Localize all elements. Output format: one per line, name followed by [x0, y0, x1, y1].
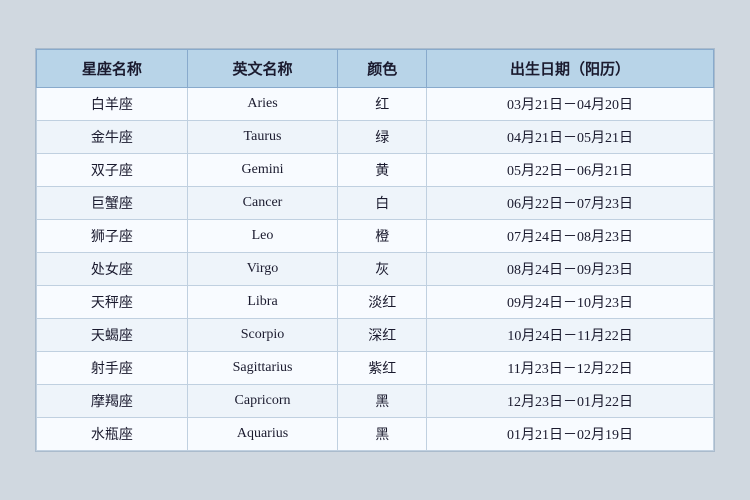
table-cell: 白羊座 — [37, 88, 188, 121]
table-cell: 深红 — [338, 319, 427, 352]
table-cell: 双子座 — [37, 154, 188, 187]
table-row: 天秤座Libra淡红09月24日－10月23日 — [37, 286, 714, 319]
table-cell: 08月24日－09月23日 — [427, 253, 714, 286]
table-cell: 黄 — [338, 154, 427, 187]
table-cell: 淡红 — [338, 286, 427, 319]
table-cell: 12月23日－01月22日 — [427, 385, 714, 418]
table-header-row: 星座名称 英文名称 颜色 出生日期（阳历） — [37, 50, 714, 88]
table-cell: 金牛座 — [37, 121, 188, 154]
table-cell: 灰 — [338, 253, 427, 286]
table-cell: 10月24日－11月22日 — [427, 319, 714, 352]
table-cell: 07月24日－08月23日 — [427, 220, 714, 253]
table-cell: Aries — [187, 88, 338, 121]
table-cell: Gemini — [187, 154, 338, 187]
table-cell: Cancer — [187, 187, 338, 220]
table-cell: 摩羯座 — [37, 385, 188, 418]
table-cell: Sagittarius — [187, 352, 338, 385]
header-english-name: 英文名称 — [187, 50, 338, 88]
table-cell: 红 — [338, 88, 427, 121]
table-row: 摩羯座Capricorn黑12月23日－01月22日 — [37, 385, 714, 418]
table-row: 天蝎座Scorpio深红10月24日－11月22日 — [37, 319, 714, 352]
table-cell: 射手座 — [37, 352, 188, 385]
table-cell: 03月21日－04月20日 — [427, 88, 714, 121]
table-row: 金牛座Taurus绿04月21日－05月21日 — [37, 121, 714, 154]
table-row: 处女座Virgo灰08月24日－09月23日 — [37, 253, 714, 286]
table-cell: 黑 — [338, 385, 427, 418]
table-row: 巨蟹座Cancer白06月22日－07月23日 — [37, 187, 714, 220]
table-cell: 01月21日－02月19日 — [427, 418, 714, 451]
header-color: 颜色 — [338, 50, 427, 88]
table-cell: Scorpio — [187, 319, 338, 352]
table-cell: 09月24日－10月23日 — [427, 286, 714, 319]
zodiac-table: 星座名称 英文名称 颜色 出生日期（阳历） 白羊座Aries红03月21日－04… — [36, 49, 714, 451]
table-cell: 黑 — [338, 418, 427, 451]
table-cell: 天蝎座 — [37, 319, 188, 352]
table-cell: 水瓶座 — [37, 418, 188, 451]
header-birthdate: 出生日期（阳历） — [427, 50, 714, 88]
table-cell: 巨蟹座 — [37, 187, 188, 220]
table-row: 射手座Sagittarius紫红11月23日－12月22日 — [37, 352, 714, 385]
table-row: 白羊座Aries红03月21日－04月20日 — [37, 88, 714, 121]
table-cell: Capricorn — [187, 385, 338, 418]
table-cell: 紫红 — [338, 352, 427, 385]
table-row: 狮子座Leo橙07月24日－08月23日 — [37, 220, 714, 253]
table-row: 水瓶座Aquarius黑01月21日－02月19日 — [37, 418, 714, 451]
table-cell: 处女座 — [37, 253, 188, 286]
table-cell: 白 — [338, 187, 427, 220]
header-chinese-name: 星座名称 — [37, 50, 188, 88]
table-cell: Aquarius — [187, 418, 338, 451]
table-cell: 天秤座 — [37, 286, 188, 319]
table-row: 双子座Gemini黄05月22日－06月21日 — [37, 154, 714, 187]
table-cell: 绿 — [338, 121, 427, 154]
table-cell: 橙 — [338, 220, 427, 253]
table-cell: 04月21日－05月21日 — [427, 121, 714, 154]
table-cell: 06月22日－07月23日 — [427, 187, 714, 220]
zodiac-table-container: 星座名称 英文名称 颜色 出生日期（阳历） 白羊座Aries红03月21日－04… — [35, 48, 715, 452]
table-cell: 05月22日－06月21日 — [427, 154, 714, 187]
table-cell: Taurus — [187, 121, 338, 154]
table-cell: Virgo — [187, 253, 338, 286]
table-cell: 狮子座 — [37, 220, 188, 253]
table-cell: 11月23日－12月22日 — [427, 352, 714, 385]
table-body: 白羊座Aries红03月21日－04月20日金牛座Taurus绿04月21日－0… — [37, 88, 714, 451]
table-cell: Libra — [187, 286, 338, 319]
table-cell: Leo — [187, 220, 338, 253]
